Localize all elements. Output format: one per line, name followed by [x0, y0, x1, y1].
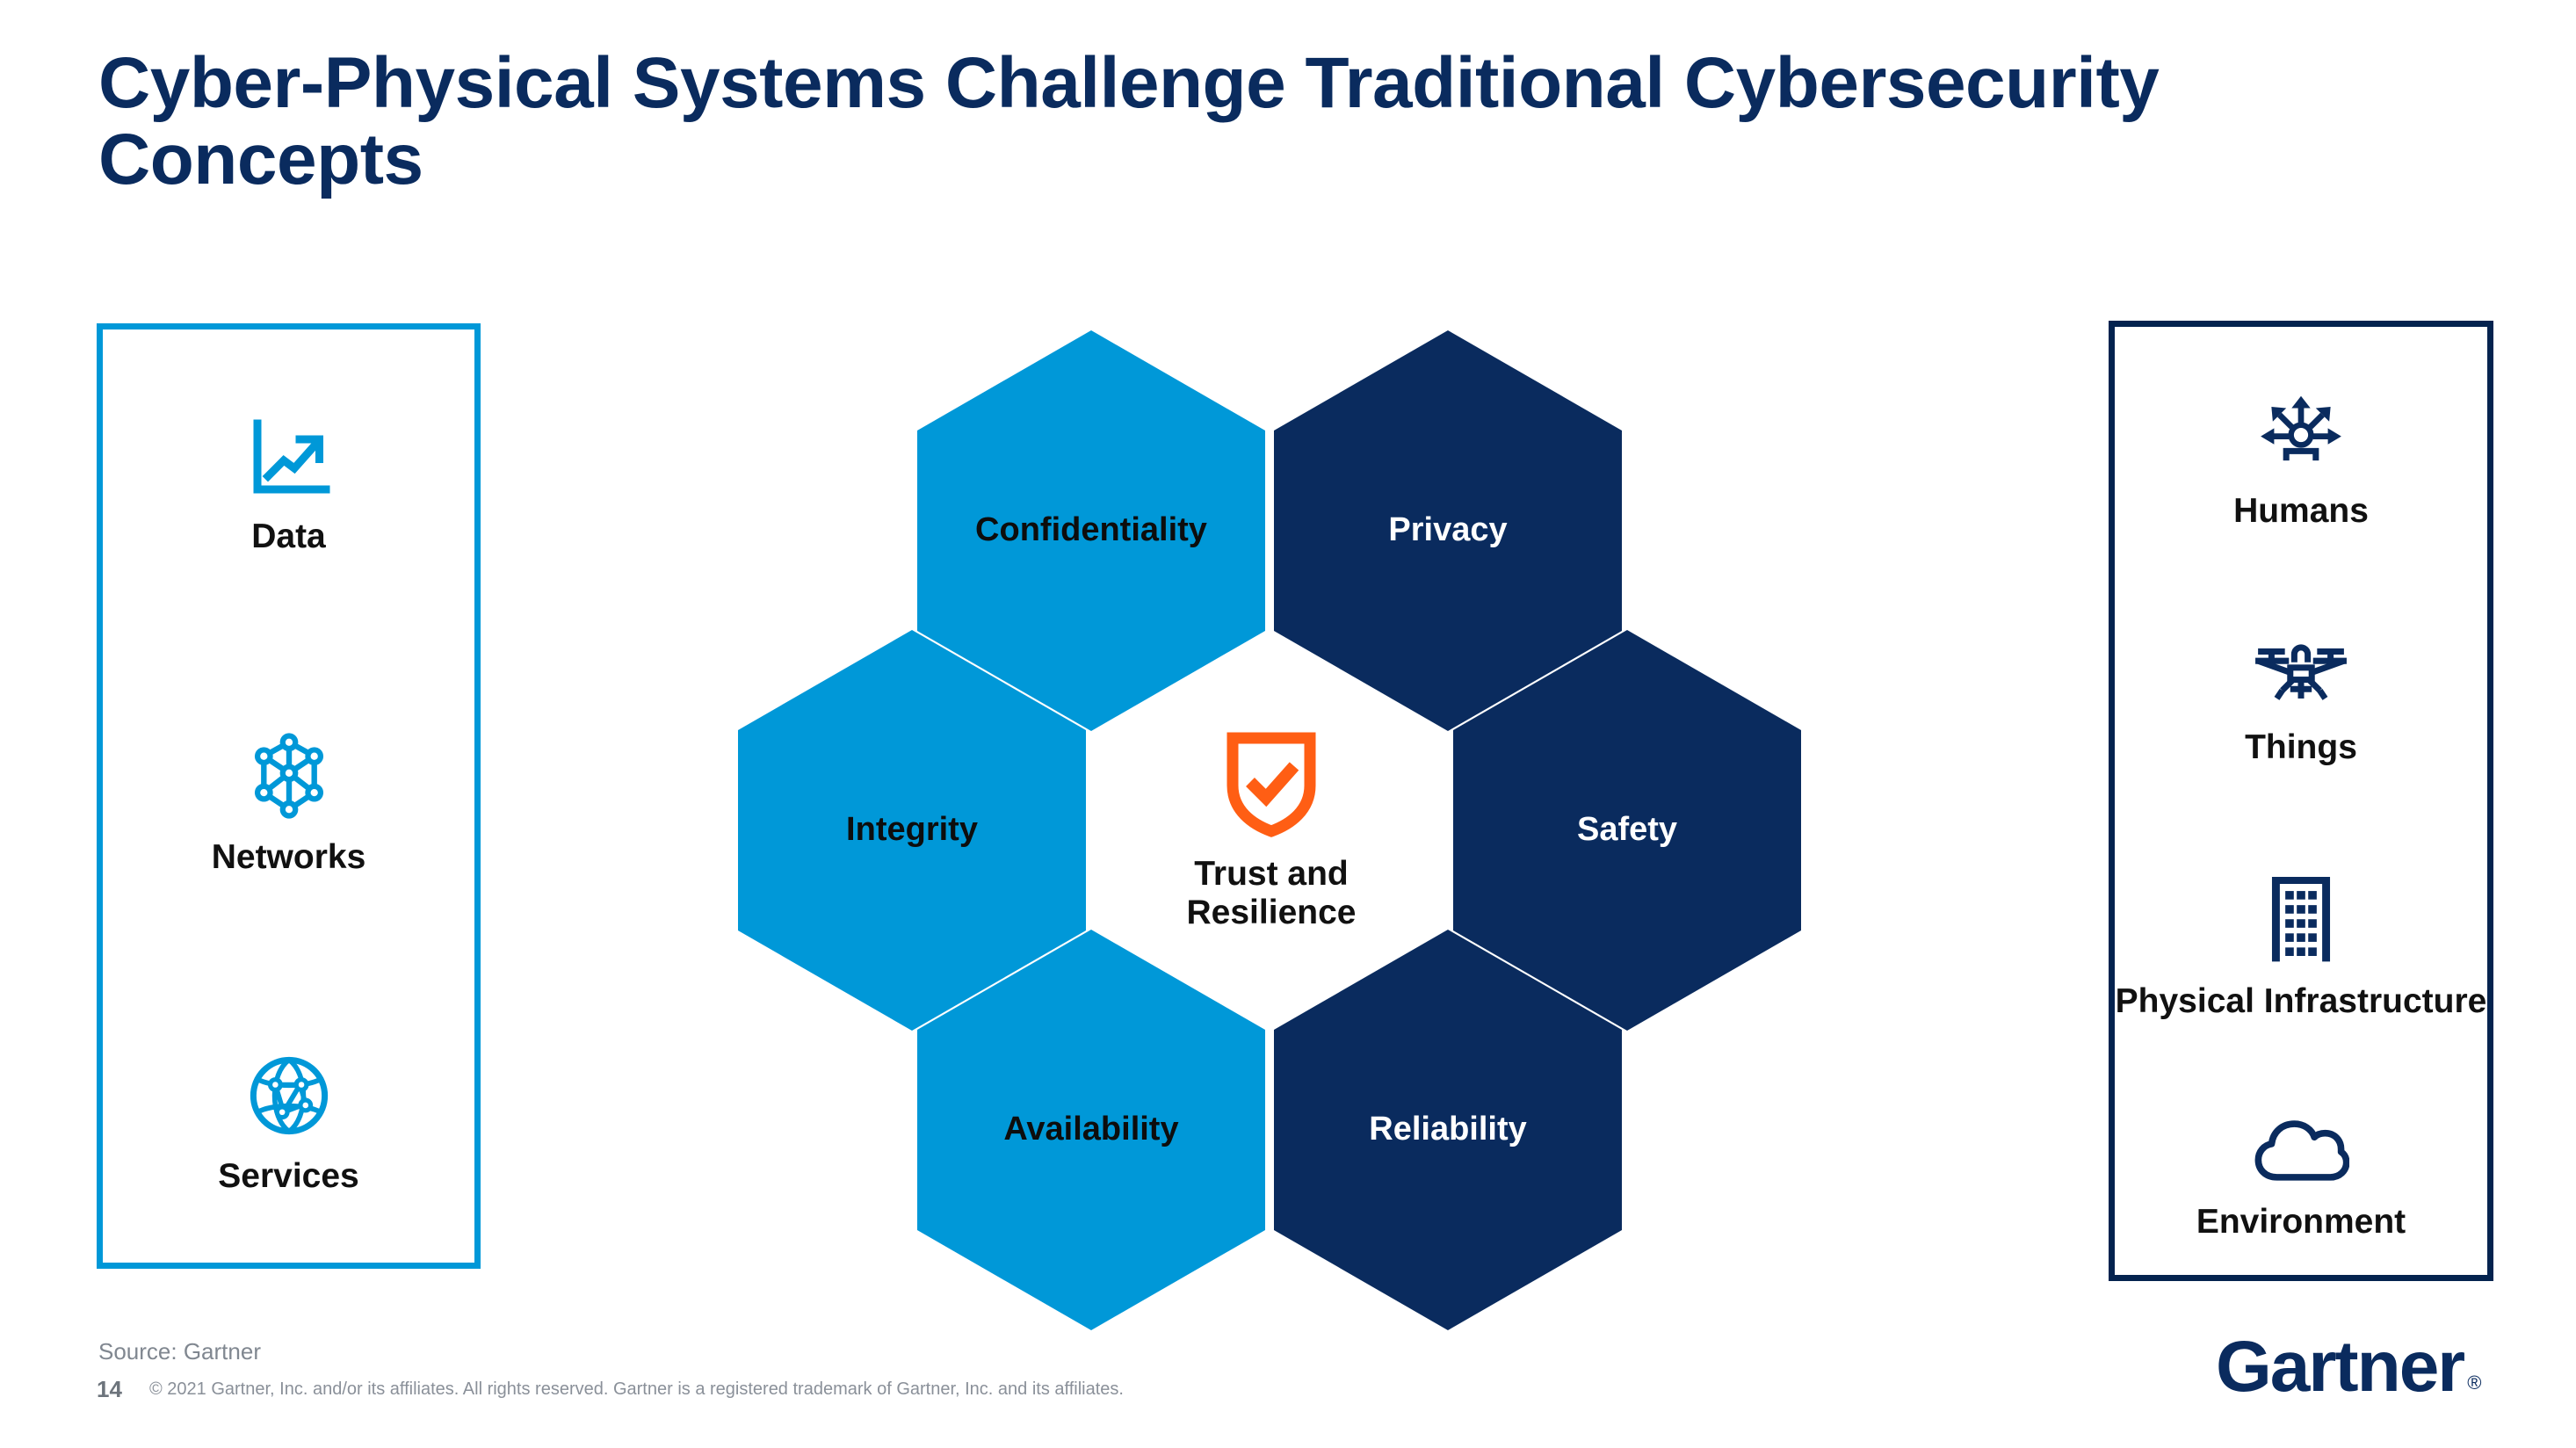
hexagon-center-core: Trust and Resilience: [1096, 630, 1447, 1031]
panel-item-environment: Environment: [2115, 1119, 2487, 1242]
panel-item-physical-infrastructure: Physical Infrastructure: [2115, 876, 2487, 1021]
panel-item-label: Environment: [2196, 1203, 2406, 1242]
hexagon-label: Safety: [1576, 811, 1678, 849]
gartner-logo: Gartner ®: [2216, 1327, 2482, 1407]
gartner-wordmark: Gartner: [2216, 1327, 2465, 1407]
hexagon-label: Privacy: [1388, 511, 1508, 549]
page-title: Cyber-Physical Systems Challenge Traditi…: [98, 43, 2160, 199]
hexagon-label: Availability: [1003, 1111, 1179, 1148]
panel-item-things: Things: [2115, 641, 2487, 767]
drone-icon: [2253, 641, 2349, 715]
hexagon-cluster: Confidentiality Privacy Integrity Safety…: [738, 325, 1810, 1330]
hexagon-label: Confidentiality: [975, 511, 1207, 549]
center-core-label: Trust and Resilience: [1186, 854, 1357, 931]
panel-item-label: Services: [218, 1157, 359, 1196]
person-radiating-arrows-icon: [2255, 390, 2347, 479]
registered-trademark-icon: ®: [2467, 1371, 2482, 1394]
copyright-note: © 2021 Gartner, Inc. and/or its affiliat…: [149, 1379, 1124, 1399]
line-chart-growth-icon: [247, 416, 331, 504]
panel-item-services: Services: [96, 1052, 481, 1196]
panel-item-label: Physical Infrastructure: [2115, 982, 2487, 1020]
panel-item-label: Things: [2245, 728, 2357, 766]
network-nodes-icon: [244, 731, 334, 825]
panel-item-label: Networks: [211, 837, 366, 876]
panel-item-label: Data: [251, 517, 326, 555]
page-number: 14: [97, 1376, 122, 1402]
global-network-sphere-icon: [245, 1052, 333, 1144]
panel-item-data: Data: [96, 416, 481, 556]
panel-item-humans: Humans: [2115, 390, 2487, 531]
right-panel: Humans Things Physical Infrastructure En…: [2109, 321, 2493, 1281]
cloud-icon: [2253, 1119, 2350, 1190]
hexagon-label: Reliability: [1369, 1111, 1527, 1148]
building-icon: [2266, 876, 2336, 969]
shield-check-icon: [1224, 729, 1319, 843]
panel-item-label: Humans: [2233, 491, 2369, 530]
source-note: Source: Gartner: [98, 1338, 261, 1365]
panel-item-networks: Networks: [96, 731, 481, 877]
hexagon-label: Integrity: [846, 811, 978, 849]
left-panel: Data Networks Services: [97, 323, 481, 1269]
